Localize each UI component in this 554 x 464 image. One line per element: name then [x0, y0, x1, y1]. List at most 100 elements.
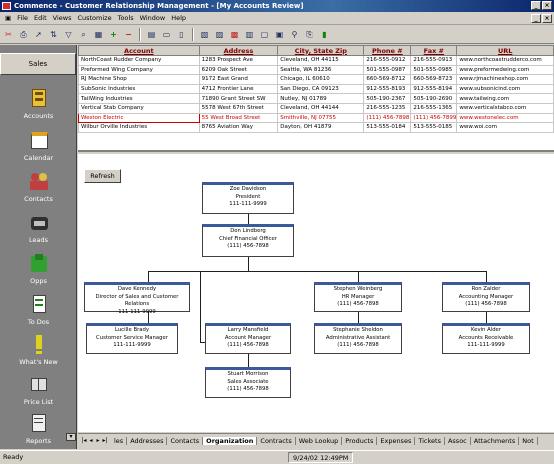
table-cell[interactable]: San Diego, CA 09123: [277, 83, 365, 95]
table-cell[interactable]: Chicago, IL 60610: [277, 74, 365, 85]
sidebar-item-todos[interactable]: To Dos: [0, 293, 77, 326]
table-row[interactable]: SubSonic Industries 4712 Frontier Lane San…: [78, 83, 554, 95]
sidebar-header[interactable]: Sales: [0, 53, 76, 75]
org-node-dave-kennedy[interactable]: Dave Kennedy Director of Sales and Custo…: [84, 282, 190, 315]
close-button[interactable]: ×: [542, 1, 552, 10]
first-tab-icon[interactable]: |◂: [81, 437, 87, 445]
table-cell[interactable]: 216-555-0912: [363, 55, 412, 66]
table-cell[interactable]: www.westonelec.com: [456, 112, 554, 124]
calendar-icon[interactable]: ▩: [228, 28, 241, 41]
tab-les[interactable]: les: [111, 436, 128, 445]
org-node-stephen-weinberg[interactable]: Stephen Weinberg HR Manager (111) 456-78…: [314, 282, 402, 312]
table-row[interactable]: TailWing Industries 71890 Grant Street SW…: [78, 93, 554, 104]
tab-organization[interactable]: Organization: [203, 436, 258, 445]
cut-icon[interactable]: ✂: [2, 28, 15, 41]
sidebar-item-price-list[interactable]: Price List: [0, 373, 77, 406]
table-cell[interactable]: Dayton, OH 41879: [277, 122, 365, 133]
table-cell[interactable]: 505-190-2367: [363, 93, 412, 104]
mdi-close-button[interactable]: ×: [542, 14, 552, 23]
menu-customize[interactable]: Customize: [74, 14, 114, 22]
table-cell[interactable]: 505-190-2690: [410, 93, 458, 104]
column-header-phone[interactable]: Phone #: [363, 45, 412, 56]
sidebar-item-whats-new[interactable]: What's New: [0, 333, 77, 366]
table-cell[interactable]: www.subsonicind.com: [456, 83, 554, 95]
mdi-icon[interactable]: ▣: [2, 14, 14, 22]
menu-window[interactable]: Window: [137, 14, 169, 22]
mdi-minimize-button[interactable]: _: [531, 14, 541, 23]
table-cell[interactable]: 912-555-8194: [410, 83, 458, 95]
table-cell[interactable]: 1283 Prospect Ave: [198, 55, 279, 66]
table-cell[interactable]: Cleveland, OH 44144: [277, 102, 365, 114]
tab-contacts[interactable]: Contacts: [167, 436, 204, 445]
table-cell[interactable]: 513-555-0185: [410, 122, 458, 133]
table-cell[interactable]: 71890 Grant Street SW: [198, 93, 279, 104]
table-icon[interactable]: ▥: [243, 28, 256, 41]
tab-web-lookup[interactable]: Web Lookup: [296, 436, 343, 445]
table-cell[interactable]: 6209 Oak Street: [198, 64, 279, 76]
column-header-fax[interactable]: Fax #: [410, 45, 458, 56]
table-cell[interactable]: 216-555-1235: [363, 102, 412, 114]
table-row[interactable]: NorthCoast Rudder Company 1283 Prospect A…: [78, 55, 554, 66]
tab-not[interactable]: Not: [519, 436, 538, 445]
tab-products[interactable]: Products: [342, 436, 378, 445]
table-cell[interactable]: 501-555-0987: [363, 64, 412, 76]
table-cell[interactable]: Cleveland, OH 44115: [277, 55, 365, 66]
table-cell[interactable]: www.woi.com: [456, 122, 554, 133]
table-cell[interactable]: SubSonic Industries: [78, 83, 200, 95]
save-icon[interactable]: ▭: [160, 28, 173, 41]
table-cell[interactable]: 501-555-0985: [410, 64, 458, 76]
table-cell[interactable]: Smithville, NJ 07755: [277, 112, 365, 124]
column-header-city-state-zip[interactable]: City, State Zip: [277, 45, 365, 56]
sidebar-item-calendar[interactable]: Calendar: [0, 129, 77, 162]
org-node-kevin-alder[interactable]: Kevin Alder Accounts Receivable 111-111-…: [442, 323, 530, 354]
table-cell[interactable]: 216-555-1365: [410, 102, 458, 114]
book-icon[interactable]: ▯: [175, 28, 188, 41]
sidebar-item-contacts[interactable]: Contacts: [0, 170, 77, 203]
table-row[interactable]: Preformed Wing Company 6209 Oak Street Sea…: [78, 64, 554, 76]
minimize-button[interactable]: _: [531, 1, 541, 10]
table-cell[interactable]: NorthCoast Rudder Company: [78, 55, 200, 66]
sidebar-scroll-down-icon[interactable]: ▾: [66, 433, 76, 441]
org-node-don-lindberg[interactable]: Don Lindberg Chief Financial Officer (11…: [202, 224, 294, 257]
tab-assoc[interactable]: Assoc: [445, 436, 471, 445]
table-cell[interactable]: (111) 456-7898: [363, 112, 412, 124]
column-header-account[interactable]: Account: [78, 45, 200, 56]
table-cell[interactable]: (111) 456-7899: [410, 112, 458, 124]
table-cell[interactable]: Weston Electric: [78, 112, 200, 124]
table-cell[interactable]: 912-555-8193: [363, 83, 412, 95]
table-cell[interactable]: 216-555-0913: [410, 55, 458, 66]
tab-tickets[interactable]: Tickets: [415, 436, 445, 445]
table-cell[interactable]: 660-569-8723: [410, 74, 458, 85]
table-cell[interactable]: 9172 East Grand: [198, 74, 279, 85]
column-header-address[interactable]: Address: [198, 45, 279, 56]
tab-contracts[interactable]: Contracts: [257, 436, 296, 445]
table-cell[interactable]: 8765 Aviation Way: [198, 122, 279, 133]
table-cell[interactable]: www.verticalstabco.com: [456, 102, 554, 114]
table-cell[interactable]: Seattle, WA 81236: [277, 64, 365, 76]
menu-file[interactable]: File: [14, 14, 31, 22]
table-cell[interactable]: 513-555-0184: [363, 122, 412, 133]
filter-icon[interactable]: ▽: [62, 28, 75, 41]
prev-tab-icon[interactable]: ◂: [88, 437, 94, 445]
org-node-stuart-morrison[interactable]: Stuart Morrison Sales Associate (111) 45…: [205, 367, 291, 398]
sidebar-item-opps[interactable]: Opps: [0, 252, 77, 285]
search-icon[interactable]: ⌕: [77, 28, 90, 41]
menu-tools[interactable]: Tools: [115, 14, 137, 22]
org-node-lucille-brady[interactable]: Lucille Brady Customer Service Manager 1…: [86, 323, 178, 354]
menu-views[interactable]: Views: [50, 14, 75, 22]
menu-help[interactable]: Help: [168, 14, 189, 22]
table-cell[interactable]: 55 West Broad Street: [198, 112, 279, 124]
table-cell[interactable]: Vertical Stab Company: [78, 102, 200, 114]
table-cell[interactable]: Preformed Wing Company: [78, 64, 200, 76]
table-cell[interactable]: 660-569-8712: [363, 74, 412, 85]
table-cell[interactable]: www.northcoastrudderco.com: [456, 55, 554, 66]
grid-add-icon[interactable]: ▦: [92, 28, 105, 41]
org-node-larry-mansfield[interactable]: Larry Mansfield Account Manager (111) 45…: [205, 323, 291, 354]
binoculars-icon[interactable]: ⚲: [288, 28, 301, 41]
tab-attachments[interactable]: Attachments: [471, 436, 520, 445]
table-cell[interactable]: 5578 West 67th Street: [198, 102, 279, 114]
sidebar-item-accounts[interactable]: Accounts: [0, 87, 77, 120]
print-preview-icon[interactable]: ⎘: [303, 28, 316, 41]
view-icon[interactable]: ▤: [145, 28, 158, 41]
next-tab-icon[interactable]: ▸: [95, 437, 101, 445]
